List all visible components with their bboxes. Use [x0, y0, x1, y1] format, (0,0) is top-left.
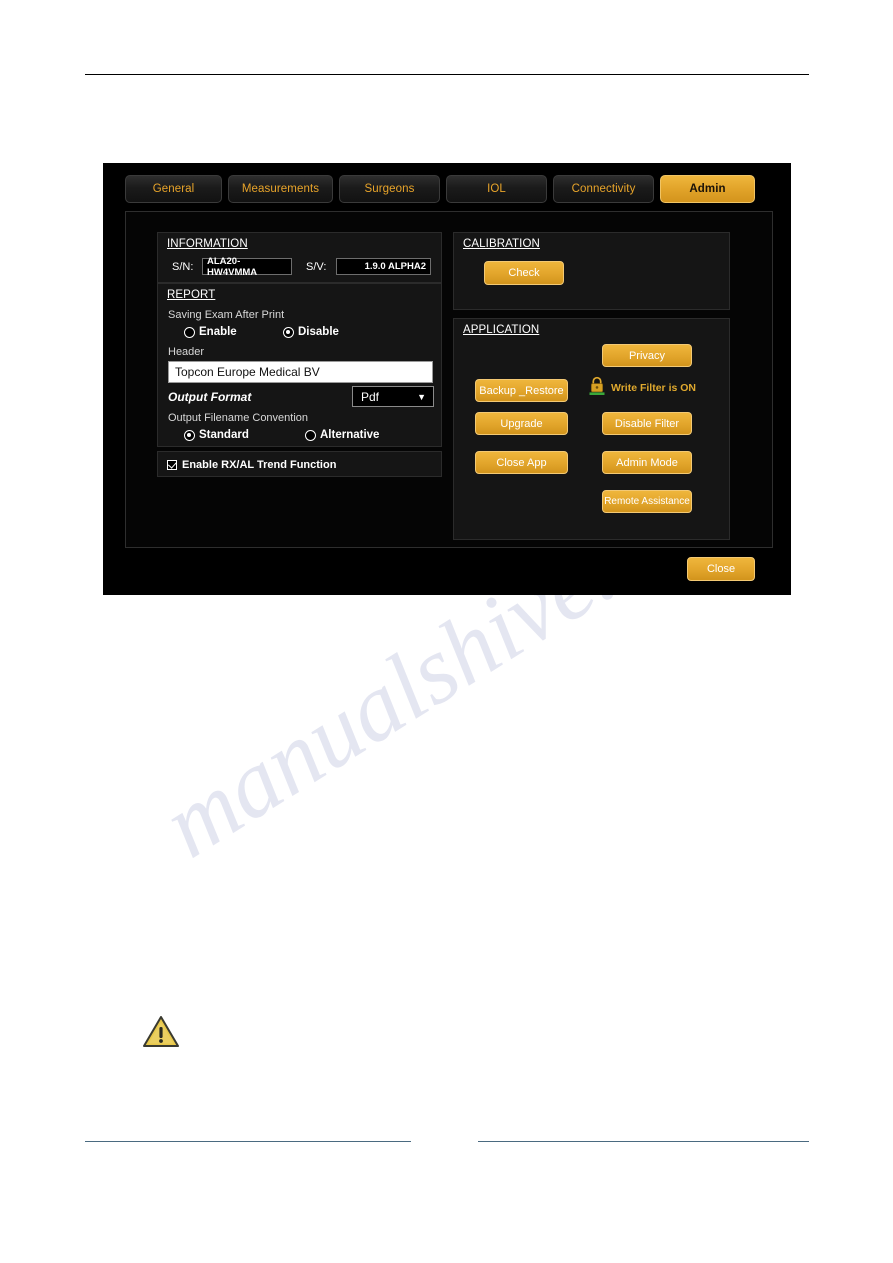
warning-triangle-icon	[142, 1014, 180, 1048]
page-watermark: manualshive.com	[150, 560, 770, 950]
header-label: Header	[168, 346, 205, 358]
disable-filter-button[interactable]: Disable Filter	[602, 412, 692, 435]
radio-filename-alternative[interactable]: Alternative	[305, 429, 379, 441]
checkbox-rx-al-trend-indicator[interactable]	[167, 460, 177, 470]
radio-saving-enable[interactable]: Enable	[184, 326, 237, 338]
calibration-title: CALIBRATION	[463, 238, 540, 250]
output-format-label: Output Format	[168, 390, 252, 404]
footer-rule-right	[478, 1141, 809, 1142]
information-group: INFORMATION S/N: ALA20-HW4VMMA S/V: 1.9.…	[157, 232, 442, 283]
tab-surgeons-label: Surgeons	[364, 183, 415, 195]
tab-measurements-label: Measurements	[241, 183, 320, 195]
privacy-button[interactable]: Privacy	[602, 344, 692, 367]
check-button[interactable]: Check	[484, 261, 564, 285]
tab-surgeons[interactable]: Surgeons	[339, 175, 440, 203]
output-format-select[interactable]: Pdf ▼	[352, 386, 434, 407]
close-button[interactable]: Close	[687, 557, 755, 581]
serial-number-value: ALA20-HW4VMMA	[202, 256, 292, 278]
information-title: INFORMATION	[167, 238, 248, 250]
footer-rule-left	[85, 1141, 411, 1142]
serial-number-label: S/N:	[172, 261, 194, 273]
radio-filename-alternative-label: Alternative	[320, 429, 380, 441]
tab-admin-label: Admin	[689, 183, 726, 195]
output-format-value: Pdf	[361, 389, 380, 404]
radio-saving-disable[interactable]: Disable	[283, 326, 339, 338]
radio-saving-enable-indicator[interactable]	[184, 326, 195, 338]
tab-bar: General Measurements Surgeons IOL Connec…	[125, 175, 773, 203]
backup-restore-button[interactable]: Backup _Restore	[475, 379, 568, 402]
calibration-group: CALIBRATION Check	[453, 232, 730, 310]
radio-saving-disable-label: Disable	[298, 326, 339, 338]
application-window: General Measurements Surgeons IOL Connec…	[103, 163, 791, 595]
tab-general-label: General	[152, 183, 195, 195]
report-title: REPORT	[167, 289, 216, 301]
radio-filename-alternative-indicator[interactable]	[305, 429, 316, 441]
radio-saving-disable-indicator[interactable]	[283, 326, 294, 338]
chevron-down-icon: ▼	[417, 391, 426, 402]
filename-convention-label: Output Filename Convention	[168, 412, 309, 424]
page-header-rule	[85, 74, 809, 75]
close-app-button[interactable]: Close App	[475, 451, 568, 474]
saving-exam-label: Saving Exam After Print	[168, 309, 285, 321]
tab-connectivity[interactable]: Connectivity	[553, 175, 654, 203]
padlock-icon	[589, 376, 605, 396]
tab-measurements[interactable]: Measurements	[228, 175, 333, 203]
tab-iol-label: IOL	[487, 183, 506, 195]
svg-text:manualshive.com: manualshive.com	[150, 560, 769, 878]
remote-assistance-button[interactable]: Remote Assistance	[602, 490, 692, 513]
application-group: APPLICATION Privacy Backup _Restore Writ…	[453, 318, 730, 540]
radio-saving-enable-label: Enable	[199, 326, 237, 338]
admin-panel: INFORMATION S/N: ALA20-HW4VMMA S/V: 1.9.…	[125, 211, 773, 548]
upgrade-button[interactable]: Upgrade	[475, 412, 568, 435]
tab-iol[interactable]: IOL	[446, 175, 547, 203]
tab-admin[interactable]: Admin	[660, 175, 755, 203]
admin-mode-button[interactable]: Admin Mode	[602, 451, 692, 474]
tab-general[interactable]: General	[125, 175, 222, 203]
radio-filename-standard-indicator[interactable]	[184, 429, 195, 441]
software-version-label: S/V:	[306, 261, 327, 273]
checkbox-rx-al-trend-label: Enable RX/AL Trend Function	[182, 459, 337, 471]
header-input[interactable]: Topcon Europe Medical BV	[168, 361, 433, 383]
report-group: REPORT Saving Exam After Print Enable Di…	[157, 283, 442, 447]
application-title: APPLICATION	[463, 324, 540, 336]
checkbox-rx-al-trend[interactable]: Enable RX/AL Trend Function	[167, 459, 336, 471]
software-version-value: 1.9.0 ALPHA2	[336, 258, 431, 275]
write-filter-status: Write Filter is ON	[611, 382, 696, 394]
radio-filename-standard[interactable]: Standard	[184, 429, 249, 441]
tab-connectivity-label: Connectivity	[571, 183, 636, 195]
radio-filename-standard-label: Standard	[199, 429, 249, 441]
trend-group: Enable RX/AL Trend Function	[157, 451, 442, 477]
